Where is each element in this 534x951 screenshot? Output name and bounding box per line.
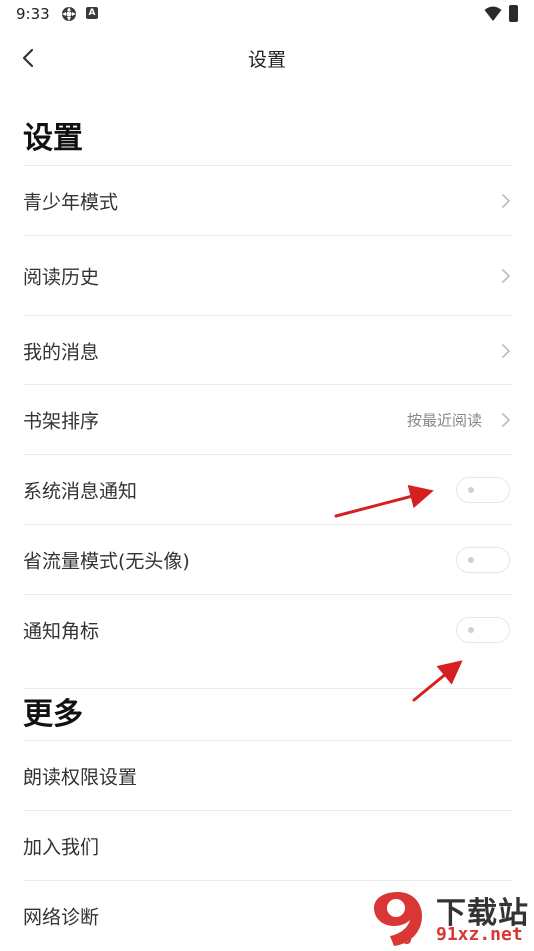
page-title: 设置 (247, 49, 286, 71)
system-notification-toggle[interactable] (456, 477, 510, 503)
row-notification-badge: 通知角标 (23, 594, 512, 664)
row-label: 青少年模式 (23, 191, 119, 214)
row-teen-mode[interactable]: 青少年模式 (23, 165, 512, 236)
shelf-sort-value: 按最近阅读 (406, 411, 482, 430)
row-tts-permission[interactable]: 朗读权限设置 (23, 740, 512, 811)
row-label: 我的消息 (23, 341, 100, 363)
row-label: 朗读权限设置 (23, 766, 138, 789)
chevron-right-icon (502, 194, 510, 208)
chevron-right-icon (502, 269, 510, 283)
status-time: 9:33 (16, 5, 50, 23)
toggle-knob (468, 557, 474, 563)
data-saver-toggle[interactable] (456, 547, 510, 573)
row-label: 系统消息通知 (23, 480, 138, 503)
toggle-knob (468, 626, 474, 633)
row-reading-history[interactable]: 阅读历史 (23, 235, 512, 316)
row-system-notification: 系统消息通知 (23, 454, 512, 525)
wifi-icon (484, 6, 502, 21)
watermark-logo-text: 9 (402, 928, 412, 948)
row-label: 省流量模式(无头像) (23, 550, 190, 573)
chevron-right-icon (502, 343, 510, 358)
section-header-more: 更多 (23, 688, 512, 733)
row-my-messages[interactable]: 我的消息 (23, 315, 512, 385)
row-label: 书架排序 (23, 410, 100, 433)
row-label: 通知角标 (23, 620, 100, 642)
nav-bar: 设置 (0, 35, 534, 81)
row-data-saver: 省流量模式(无头像) (23, 524, 512, 595)
row-label: 加入我们 (23, 836, 100, 859)
section-header-settings: 设置 (23, 121, 83, 156)
row-join-us[interactable]: 加入我们 (23, 810, 512, 881)
watermark-logo: 9 (374, 892, 422, 948)
chevron-right-icon (502, 413, 510, 427)
status-bar: 9:33 A (0, 0, 534, 28)
a-box-icon: A (86, 7, 98, 19)
notification-badge-toggle[interactable] (456, 616, 510, 643)
settings-gear-icon (62, 7, 76, 21)
row-label: 网络诊断 (23, 906, 100, 929)
watermark-text-bottom: 91xz.net (436, 924, 523, 945)
watermark: 9 下载站 91xz.net (366, 886, 534, 950)
row-label: 阅读历史 (23, 266, 100, 289)
section-header-more-text: 更多 (23, 697, 83, 732)
row-shelf-sort[interactable]: 书架排序 按最近阅读 (23, 384, 512, 455)
battery-icon (509, 5, 518, 22)
toggle-knob (468, 487, 474, 493)
